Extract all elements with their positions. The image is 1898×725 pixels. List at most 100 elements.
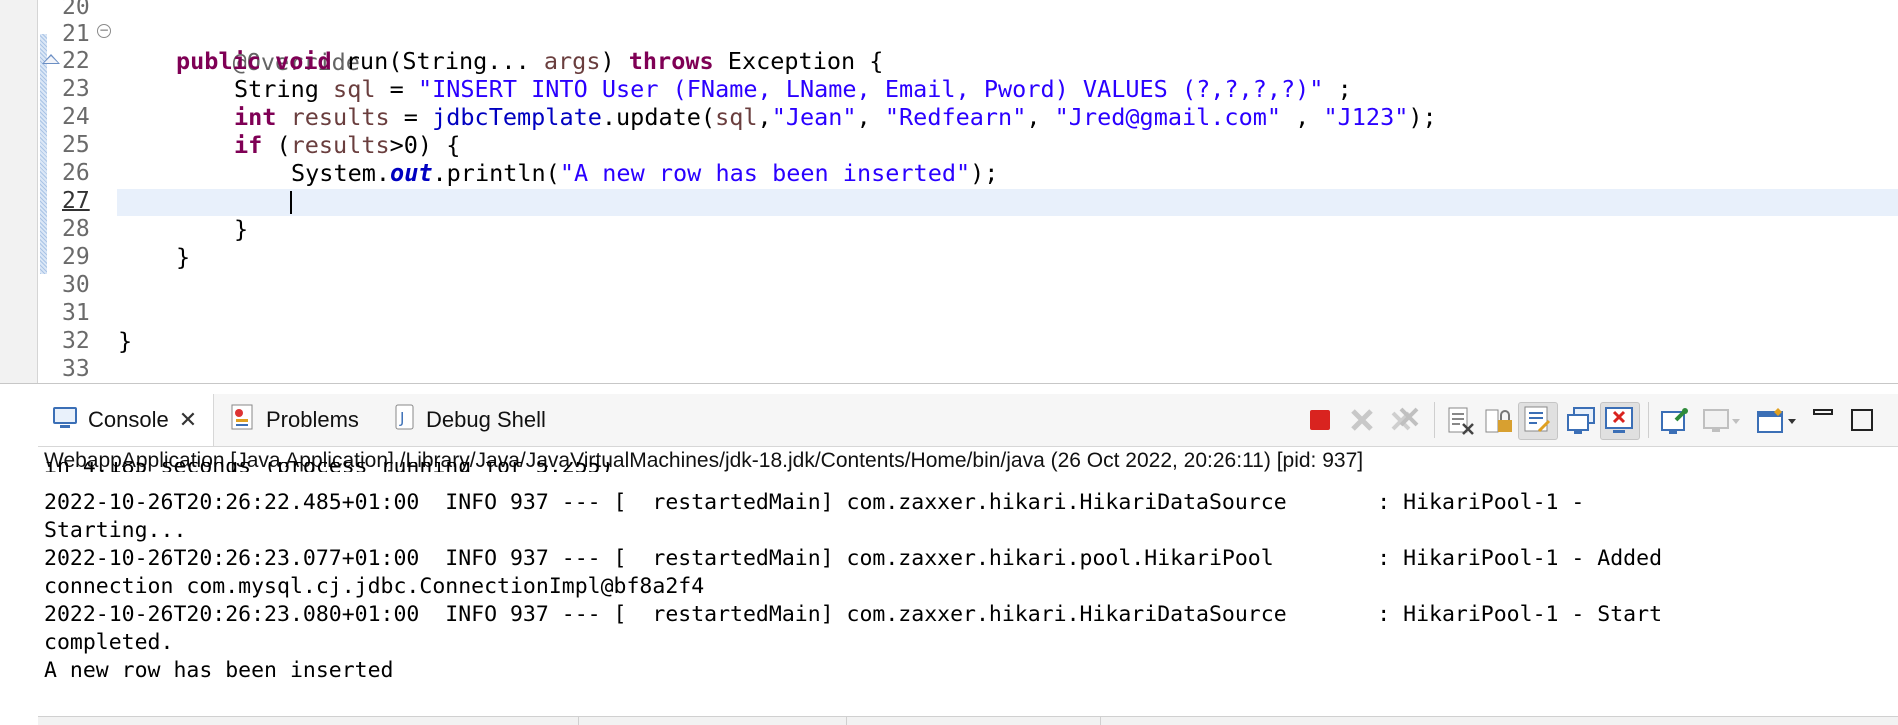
code-token: Exception { — [713, 47, 884, 75]
override-marker-icon[interactable] — [42, 54, 60, 64]
console-output-line: completed. — [44, 630, 174, 655]
toolbar-separator — [1648, 402, 1649, 438]
problems-icon — [230, 403, 256, 437]
display-selected-console-icon[interactable] — [1702, 406, 1742, 434]
string-token: "J123" — [1323, 103, 1409, 131]
parameter-token: args — [543, 47, 601, 75]
console-output-line: connection com.mysql.cj.jdbc.ConnectionI… — [44, 574, 705, 599]
code-token: ) — [600, 47, 629, 75]
line-number: 23 — [62, 76, 90, 102]
tab-label: Debug Shell — [426, 407, 546, 432]
keyword-token: if — [234, 131, 263, 159]
code-editor[interactable]: 20 21 − 22 23 24 25 26 27 28 29 30 31 32… — [0, 0, 1898, 384]
code-token: ( — [262, 131, 291, 159]
tab-problems[interactable]: Problems — [230, 394, 359, 446]
console-output-line: in 4.185 seconds (process running for 5.… — [44, 462, 614, 472]
line-number: 30 — [62, 272, 90, 298]
editor-left-edge — [0, 0, 38, 384]
code-token: ); — [1408, 103, 1437, 131]
code-line-29[interactable]: } — [176, 243, 190, 271]
code-token: , — [1026, 103, 1055, 131]
debug-shell-icon: J — [394, 403, 416, 437]
code-token: = — [389, 103, 433, 131]
code-token: ); — [970, 159, 999, 187]
variable-token: sql — [333, 75, 376, 103]
code-token: , — [757, 103, 772, 131]
code-token: .println( — [432, 159, 560, 187]
console-output-line: A new row has been inserted — [44, 658, 394, 683]
pin-console-icon[interactable] — [1660, 406, 1688, 434]
code-token: = — [375, 75, 418, 103]
tab-label: Problems — [266, 407, 359, 432]
open-console-icon[interactable] — [1756, 406, 1800, 434]
maximize-icon[interactable] — [1846, 406, 1874, 434]
variable-token: results — [290, 103, 390, 131]
keyword-token: throws — [628, 47, 714, 75]
code-token: run(String... — [331, 47, 544, 75]
tab-debug-shell[interactable]: J Debug Shell — [394, 394, 546, 446]
variable-token: results — [290, 131, 390, 159]
code-token: ; — [1323, 75, 1352, 103]
string-token: "Jred@gmail.com" — [1054, 103, 1282, 131]
console-output-line: 2022-10-26T20:26:23.077+01:00 INFO 937 -… — [44, 546, 1663, 571]
minimize-icon[interactable] — [1810, 406, 1838, 434]
string-token: "Redfearn" — [884, 103, 1027, 131]
line-number: 28 — [62, 216, 90, 242]
string-token: "INSERT INTO User (FName, LName, Email, … — [417, 75, 1324, 103]
code-token: >0) { — [389, 131, 461, 159]
code-line-32[interactable]: } — [118, 327, 132, 355]
code-line-28[interactable]: } — [234, 215, 248, 243]
console-icon — [52, 405, 78, 435]
code-line-22[interactable]: public void run(String... args) throws E… — [176, 47, 883, 75]
code-token: , — [1281, 103, 1324, 131]
string-token: "Jean" — [771, 103, 857, 131]
string-token: "A new row has been inserted" — [559, 159, 971, 187]
line-number-current: 27 — [62, 188, 90, 214]
close-icon[interactable]: ✕ — [179, 407, 197, 433]
show-on-stderr-icon[interactable] — [1600, 402, 1640, 440]
quick-diff-ruler — [40, 34, 47, 274]
console-output-line: 2022-10-26T20:26:22.485+01:00 INFO 937 -… — [44, 490, 1585, 515]
tab-label: Console — [88, 407, 169, 432]
line-number: 33 — [62, 356, 90, 382]
clear-console-icon[interactable] — [1446, 406, 1474, 435]
text-caret — [290, 191, 292, 214]
word-wrap-icon[interactable] — [1518, 402, 1558, 440]
code-line-26[interactable]: System.out.println("A new row has been i… — [291, 159, 998, 187]
code-token: , — [856, 103, 885, 131]
svg-text:J: J — [399, 409, 404, 427]
line-number: 31 — [62, 300, 90, 326]
current-line-highlight — [117, 189, 1898, 216]
keyword-token: void — [275, 47, 332, 75]
line-number: 21 — [62, 21, 90, 47]
toolbar-separator — [1434, 402, 1435, 438]
line-number: 26 — [62, 160, 90, 186]
terminate-icon[interactable] — [1306, 406, 1334, 434]
remove-all-terminated-icon[interactable] — [1390, 406, 1419, 434]
line-number: 24 — [62, 104, 90, 130]
view-tab-bar: Console ✕ Problems J Debug Shell — [38, 394, 1898, 447]
keyword-token: public — [176, 47, 261, 75]
code-token: .update( — [601, 103, 716, 131]
scroll-lock-icon[interactable] — [1484, 406, 1512, 434]
console-output-line: Starting... — [44, 518, 187, 543]
code-line-23[interactable]: String sql = "INSERT INTO User (FName, L… — [234, 75, 1352, 103]
line-number: 22 — [62, 48, 90, 74]
tab-console[interactable]: Console ✕ — [38, 394, 214, 446]
field-token: jdbcTemplate — [432, 103, 602, 131]
code-token: System. — [291, 159, 391, 187]
console-output-line: 2022-10-26T20:26:23.080+01:00 INFO 937 -… — [44, 602, 1663, 627]
code-line-25[interactable]: if (results>0) { — [234, 131, 460, 159]
show-on-stdout-icon[interactable] — [1566, 406, 1595, 434]
code-line-24[interactable]: int results = jdbcTemplate.update(sql,"J… — [234, 103, 1437, 131]
keyword-token: int — [234, 103, 277, 131]
variable-token: sql — [715, 103, 758, 131]
remove-launch-icon[interactable] — [1348, 406, 1376, 434]
fold-collapse-icon[interactable]: − — [97, 24, 111, 38]
line-number: 32 — [62, 328, 90, 354]
line-number: 20 — [62, 0, 90, 20]
line-number: 29 — [62, 244, 90, 270]
editor-bottom-border — [0, 383, 1898, 384]
static-field-token: out — [390, 159, 433, 187]
